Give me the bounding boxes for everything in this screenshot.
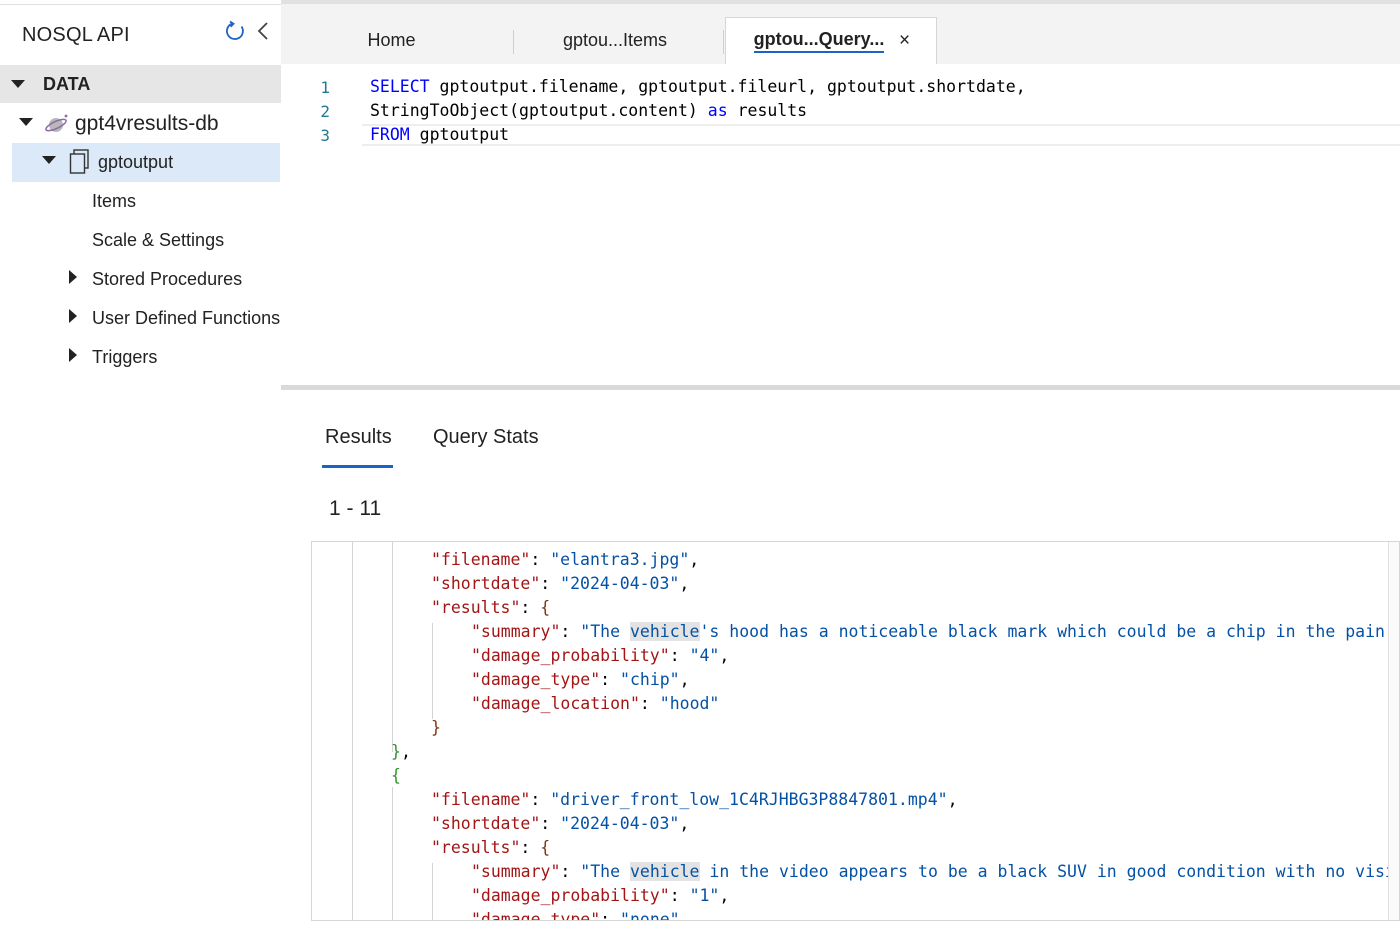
database-icon: [45, 114, 68, 132]
code-line[interactable]: StringToObject(gptoutput.content) as res…: [370, 101, 807, 120]
sql-keyword: as: [707, 101, 728, 120]
json-line: "filename": "driver_front_low_1C4RJHBG3P…: [431, 790, 958, 809]
container-label: gptoutput: [98, 152, 174, 172]
stored-procedures-label: Stored Procedures: [92, 269, 243, 289]
tree-item-items[interactable]: Items: [92, 191, 136, 212]
indent-guide: [392, 787, 393, 920]
json-line: "damage_type": "none": [471, 910, 680, 921]
expand-arrow-icon[interactable]: [11, 80, 25, 88]
tab-items[interactable]: gptou...Items: [515, 17, 715, 64]
line-number: 2: [320, 102, 330, 121]
tab-separator: [513, 30, 514, 54]
json-line: "damage_probability": "4",: [471, 646, 730, 665]
sql-keyword: FROM: [370, 125, 410, 144]
json-line: "results": {: [431, 838, 551, 857]
json-line: },: [391, 742, 411, 761]
indent-guide: [432, 623, 433, 719]
user-defined-functions-label: User Defined Functions: [92, 308, 281, 328]
tab-label: gptou...Items: [562, 30, 668, 50]
tab-query[interactable]: gptou...Query... ×: [725, 17, 937, 64]
tree-item-scale-settings[interactable]: Scale & Settings: [92, 230, 224, 251]
container-icon: [69, 149, 89, 174]
code-text: gptoutput.filename, gptoutput.fileurl, g…: [429, 77, 1026, 96]
triggers-label: Triggers: [92, 347, 158, 367]
line-number: 1: [320, 78, 330, 97]
json-line: {: [391, 766, 401, 785]
database-label: gpt4vresults-db: [75, 112, 219, 135]
code-text: results: [727, 101, 808, 120]
result-count: 1 - 11: [329, 497, 382, 520]
tree-item-user-defined-functions[interactable]: User Defined Functions: [0, 301, 281, 337]
divider: [0, 4, 281, 5]
expand-arrow-icon[interactable]: [69, 309, 77, 323]
json-line: "results": {: [431, 598, 551, 617]
sidebar-title: NOSQL API: [22, 24, 130, 46]
expand-arrow-icon[interactable]: [69, 348, 77, 362]
code-line[interactable]: FROM gptoutput: [370, 125, 509, 144]
results-json-viewer[interactable]: "filename": "elantra3.jpg", "shortdate":…: [311, 541, 1400, 921]
json-line: "shortdate": "2024-04-03",: [431, 574, 690, 593]
pane-splitter[interactable]: [281, 385, 1400, 390]
tab-query-stats[interactable]: Query Stats: [433, 426, 539, 449]
json-line: "damage_type": "chip",: [471, 670, 690, 689]
tree-item-triggers[interactable]: Triggers: [0, 340, 281, 376]
refresh-icon[interactable]: [224, 20, 246, 42]
tab-home[interactable]: Home: [300, 17, 483, 64]
json-line: "summary": "The vehicle in the video app…: [471, 862, 1395, 881]
search-highlight: vehicle: [629, 862, 700, 881]
tab-results[interactable]: Results: [325, 426, 392, 449]
indent-guide: [392, 542, 393, 752]
code-text: gptoutput: [409, 125, 510, 144]
data-section-header[interactable]: DATA: [0, 65, 281, 103]
json-line: "damage_probability": "1",: [471, 886, 730, 905]
expand-arrow-icon[interactable]: [42, 156, 56, 164]
json-line: }: [431, 718, 441, 737]
indent-guide: [432, 863, 433, 920]
tree-item-database[interactable]: gpt4vresults-db: [0, 105, 281, 143]
expand-arrow-icon[interactable]: [19, 118, 33, 126]
line-number: 3: [320, 126, 330, 145]
json-line: "filename": "elantra3.jpg",: [431, 550, 700, 569]
tree-item-container[interactable]: gptoutput: [12, 143, 280, 182]
json-line: "summary": "The vehicle's hood has a not…: [471, 622, 1385, 641]
indent-guide: [352, 542, 353, 920]
search-highlight: vehicle: [629, 622, 700, 641]
tab-label: gptou...Query...: [753, 29, 885, 53]
current-line-highlight: [362, 124, 1400, 146]
vertical-scrollbar[interactable]: [1388, 542, 1399, 920]
expand-arrow-icon[interactable]: [69, 270, 77, 284]
close-tab-icon[interactable]: ×: [899, 30, 910, 52]
section-label: DATA: [43, 74, 91, 94]
json-line: "shortdate": "2024-04-03",: [431, 814, 690, 833]
tab-label: Home: [367, 30, 416, 50]
active-tab-indicator: [322, 465, 393, 468]
code-text: StringToObject(gptoutput.content): [370, 101, 708, 120]
tab-separator: [723, 30, 724, 54]
sql-keyword: SELECT: [370, 77, 430, 96]
code-line[interactable]: SELECT gptoutput.filename, gptoutput.fil…: [370, 77, 1026, 96]
tree-item-stored-procedures[interactable]: Stored Procedures: [0, 262, 281, 298]
json-line: "damage_location": "hood": [471, 694, 720, 713]
collapse-chevron-icon[interactable]: [255, 20, 271, 42]
sidebar: NOSQL API DATA gpt4vresults-db gptoutput…: [0, 0, 281, 937]
